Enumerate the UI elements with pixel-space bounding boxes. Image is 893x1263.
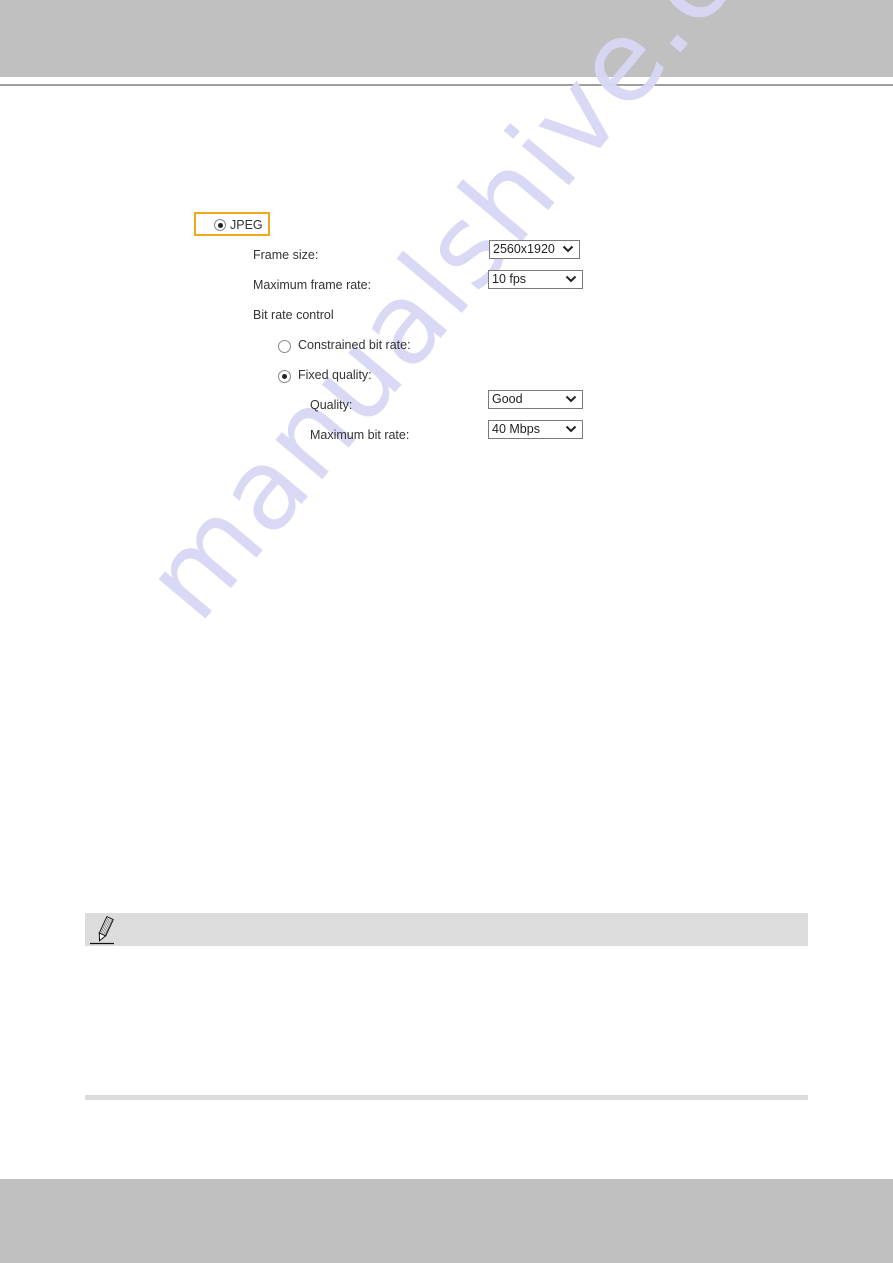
header-divider — [0, 84, 893, 86]
chevron-down-icon — [562, 245, 574, 253]
jpeg-radio[interactable] — [214, 219, 226, 231]
max-frame-rate-value: 10 fps — [492, 272, 527, 286]
frame-size-label: Frame size: — [253, 248, 319, 262]
bit-rate-control-label: Bit rate control — [253, 308, 334, 322]
quality-value: Good — [492, 392, 523, 406]
note-bar — [85, 913, 808, 946]
quality-select[interactable]: Good — [488, 390, 583, 409]
jpeg-label: JPEG — [230, 218, 263, 232]
max-frame-rate-select[interactable]: 10 fps — [488, 270, 583, 289]
frame-size-select[interactable]: 2560x1920 — [489, 240, 580, 259]
pencil-icon — [90, 915, 114, 945]
max-bit-rate-select[interactable]: 40 Mbps — [488, 420, 583, 439]
max-bit-rate-label: Maximum bit rate: — [310, 428, 410, 442]
quality-label: Quality: — [310, 398, 353, 412]
max-frame-rate-label: Maximum frame rate: — [253, 278, 372, 292]
page-footer-band — [0, 1179, 893, 1263]
section-divider — [85, 1095, 808, 1100]
chevron-down-icon — [565, 395, 577, 403]
fixed-quality-radio[interactable] — [278, 370, 291, 383]
chevron-down-icon — [565, 425, 577, 433]
constrained-bit-rate-radio[interactable] — [278, 340, 291, 353]
max-bit-rate-value: 40 Mbps — [492, 422, 540, 436]
frame-size-value: 2560x1920 — [493, 242, 555, 256]
fixed-quality-label: Fixed quality: — [298, 368, 372, 382]
constrained-bit-rate-label: Constrained bit rate: — [298, 338, 411, 352]
page-header-band — [0, 0, 893, 77]
watermark: manualshive.com — [120, 0, 876, 644]
chevron-down-icon — [565, 275, 577, 283]
